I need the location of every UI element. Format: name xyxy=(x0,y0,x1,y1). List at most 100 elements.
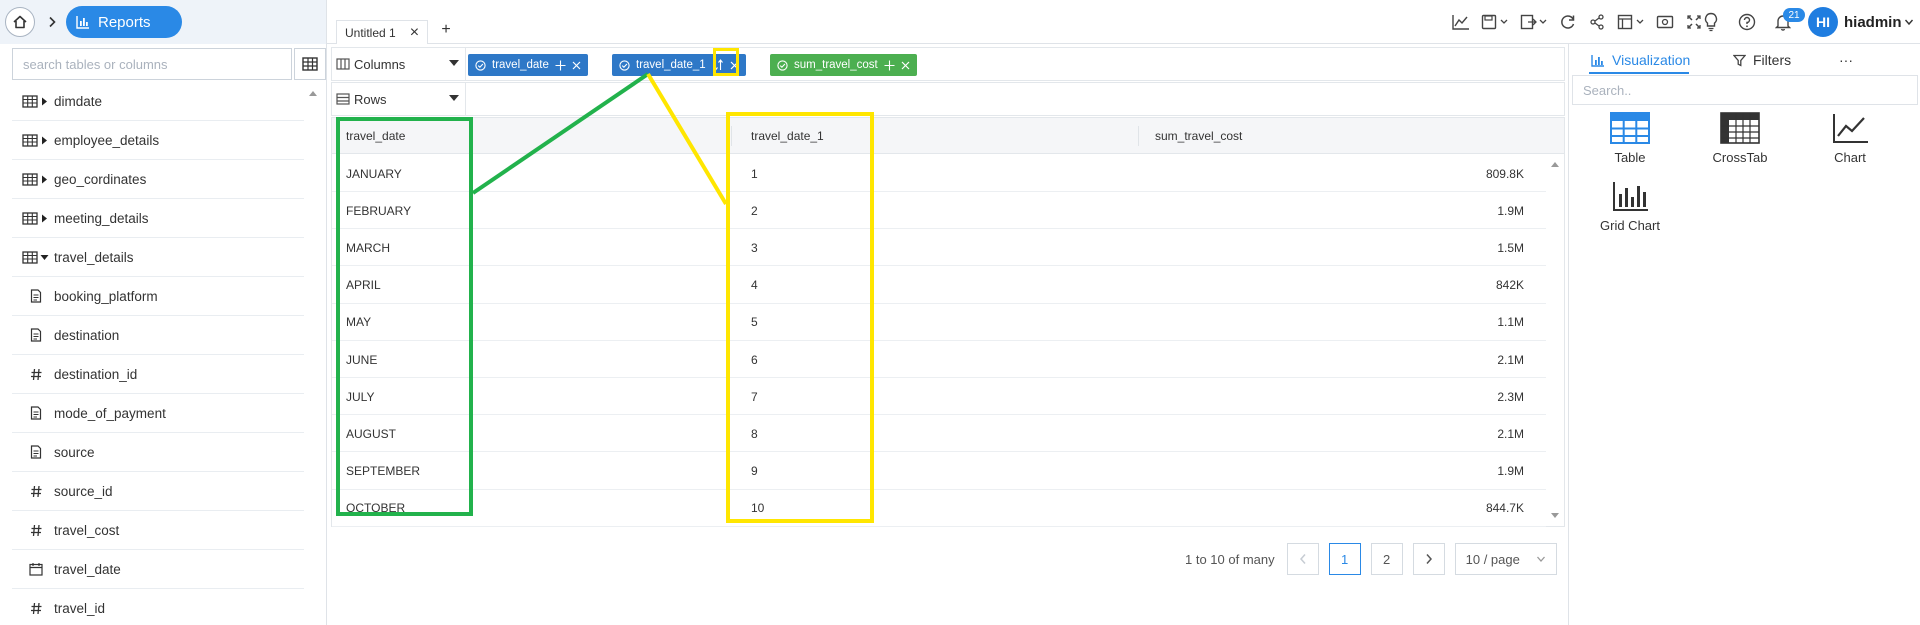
table-row[interactable]: JUNE 6 2.1M xyxy=(332,341,1546,378)
cell-travel-date: JANUARY xyxy=(346,166,402,181)
remove-chip-icon[interactable] xyxy=(901,61,910,70)
lightbulb-icon[interactable] xyxy=(1700,10,1722,34)
breadcrumb-chevron[interactable] xyxy=(41,11,63,33)
table-row[interactable]: MAY 5 1.1M xyxy=(332,304,1546,341)
tree-field-item[interactable]: source xyxy=(12,433,304,472)
preview-icon[interactable] xyxy=(1654,10,1676,34)
tree-table-item[interactable]: meeting_details xyxy=(12,199,304,238)
user-nav: 21 HI hiadmin xyxy=(1700,4,1914,40)
home-button[interactable] xyxy=(5,7,35,37)
cell-travel-date: MARCH xyxy=(346,240,390,255)
table-row[interactable]: MARCH 3 1.5M xyxy=(332,229,1546,267)
move-icon[interactable] xyxy=(884,60,895,71)
more-options-button[interactable]: ··· xyxy=(1839,48,1853,72)
text-field-icon xyxy=(27,445,45,459)
tree-table-item[interactable]: geo_cordinates xyxy=(12,160,304,199)
share-icon[interactable] xyxy=(1586,10,1608,34)
viz-table[interactable]: Table xyxy=(1585,112,1675,172)
cell-travel-date-1: 2 xyxy=(751,203,758,218)
page-size-select[interactable]: 10 / page xyxy=(1454,543,1557,575)
table-scrollbar[interactable] xyxy=(1548,155,1562,526)
table-row[interactable]: OCTOBER 10 844.7K xyxy=(332,490,1546,527)
column-header-travel-date[interactable]: travel_date xyxy=(346,118,405,154)
data-table: travel_date travel_date_1 sum_travel_cos… xyxy=(331,117,1565,527)
tree-table-item[interactable]: dimdate xyxy=(12,82,304,121)
tree-field-item[interactable]: destination xyxy=(12,316,304,355)
columns-icon xyxy=(336,58,350,70)
help-icon[interactable] xyxy=(1736,10,1758,34)
page-2-button[interactable]: 2 xyxy=(1370,543,1403,575)
remove-chip-icon[interactable] xyxy=(572,61,581,70)
caret-right-icon[interactable] xyxy=(40,214,49,223)
top-bar: Reports Untitled 1 × + 21 HI hiadmin xyxy=(0,0,1920,44)
number-field-icon xyxy=(27,368,45,381)
visualization-search-input[interactable] xyxy=(1573,76,1917,104)
table-row[interactable]: FEBRUARY 2 1.9M xyxy=(332,192,1546,230)
column-chip[interactable]: travel_date_1 xyxy=(612,54,746,76)
viz-crosstab[interactable]: CrossTab xyxy=(1695,112,1785,172)
save-icon[interactable] xyxy=(1479,10,1511,34)
remove-chip-icon[interactable] xyxy=(730,61,739,70)
tab-untitled-1[interactable]: Untitled 1 × xyxy=(336,20,429,44)
tree-item-label: mode_of_payment xyxy=(54,405,166,421)
cell-sum-travel-cost: 2.1M xyxy=(1497,426,1524,441)
columns-shelf-label[interactable]: Columns xyxy=(336,48,466,80)
column-chip[interactable]: travel_date xyxy=(468,54,588,76)
grid-view-button[interactable] xyxy=(294,48,326,80)
column-chip[interactable]: sum_travel_cost xyxy=(770,54,917,76)
user-menu[interactable]: hiadmin xyxy=(1844,14,1914,31)
notifications-button[interactable]: 21 xyxy=(1772,8,1805,34)
table-search-input[interactable] xyxy=(13,49,291,79)
caret-down-icon[interactable] xyxy=(40,253,49,262)
table-row[interactable]: AUGUST 8 2.1M xyxy=(332,415,1546,453)
caret-right-icon[interactable] xyxy=(40,175,49,184)
tree-item-label: source xyxy=(54,444,95,460)
tree-field-item[interactable]: source_id xyxy=(12,472,304,511)
tree-field-item[interactable]: travel_date xyxy=(12,550,304,589)
tab-visualization-label: Visualization xyxy=(1612,52,1691,68)
viz-chart[interactable]: Chart xyxy=(1805,112,1895,172)
table-grid-icon xyxy=(302,57,318,71)
move-icon[interactable] xyxy=(555,60,566,71)
table-row[interactable]: JULY 7 2.3M xyxy=(332,378,1546,416)
table-search xyxy=(12,48,292,80)
column-header-travel-date-1[interactable]: travel_date_1 xyxy=(751,118,824,154)
tree-field-item[interactable]: destination_id xyxy=(12,355,304,394)
bar-chart-icon xyxy=(76,15,90,29)
tab-visualization[interactable]: Visualization xyxy=(1591,48,1690,72)
tree-field-item[interactable]: mode_of_payment xyxy=(12,394,304,433)
tree-field-item[interactable]: travel_cost xyxy=(12,511,304,550)
add-tab-button[interactable]: + xyxy=(437,20,455,40)
viz-grid-chart[interactable]: Grid Chart xyxy=(1585,180,1675,240)
tree-table-item[interactable]: travel_details xyxy=(12,238,304,277)
reports-button[interactable]: Reports xyxy=(66,6,182,38)
line-chart-icon[interactable] xyxy=(1450,10,1472,34)
table-header: travel_date travel_date_1 sum_travel_cos… xyxy=(332,118,1564,154)
table-row[interactable]: SEPTEMBER 9 1.9M xyxy=(332,453,1546,490)
next-page-button[interactable] xyxy=(1412,543,1445,575)
sort-icon[interactable] xyxy=(712,59,724,71)
table-row[interactable]: JANUARY 1 809.8K xyxy=(332,155,1546,192)
page-1-button[interactable]: 1 xyxy=(1328,543,1361,575)
tree-item-label: destination xyxy=(54,327,120,343)
layout-icon[interactable] xyxy=(1615,10,1647,34)
column-header-sum-travel-cost[interactable]: sum_travel_cost xyxy=(1155,118,1242,154)
tree-scrollbar[interactable] xyxy=(306,84,320,624)
tree-item-label: travel_details xyxy=(54,249,134,265)
tree-field-item[interactable]: booking_platform xyxy=(12,277,304,316)
caret-down-icon[interactable] xyxy=(449,60,459,66)
tree-table-item[interactable]: employee_details xyxy=(12,121,304,160)
tree-field-item[interactable]: travel_id xyxy=(12,589,304,625)
refresh-icon[interactable] xyxy=(1557,10,1579,34)
page-size-value: 10 / page xyxy=(1465,551,1520,567)
tab-close-button[interactable]: × xyxy=(410,24,419,42)
caret-right-icon[interactable] xyxy=(40,97,49,106)
rows-shelf-label[interactable]: Rows xyxy=(336,83,466,115)
table-row[interactable]: APRIL 4 842K xyxy=(332,267,1546,304)
tab-filters[interactable]: Filters xyxy=(1733,48,1791,72)
caret-right-icon[interactable] xyxy=(40,136,49,145)
export-icon[interactable] xyxy=(1518,10,1550,34)
caret-down-icon[interactable] xyxy=(449,95,459,101)
avatar[interactable]: HI xyxy=(1808,7,1838,37)
prev-page-button[interactable] xyxy=(1286,543,1319,575)
